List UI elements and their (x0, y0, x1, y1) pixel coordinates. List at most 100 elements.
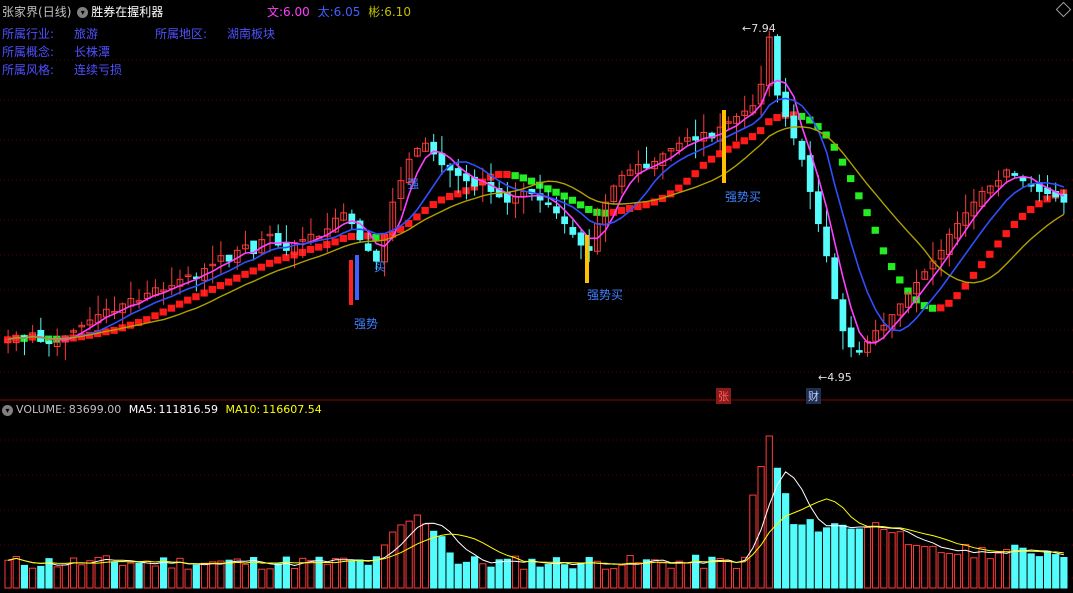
ma-ladder-block (585, 205, 593, 213)
signal-label-4: 强势买 (587, 288, 624, 302)
volume-bar (282, 556, 290, 589)
volume-bar (872, 522, 880, 589)
volume-bar (561, 564, 569, 589)
volume-bar (487, 566, 495, 589)
ma-ladder-block (552, 188, 560, 196)
ma-ladder-block (748, 133, 757, 141)
ma-ladder-block (274, 256, 282, 264)
volume-bar (1052, 554, 1060, 589)
volume-bar (618, 564, 626, 589)
signal-label-1: 强势 (354, 317, 379, 331)
volume-bar (380, 544, 389, 589)
ma-ladder-block (315, 243, 323, 251)
candle-body (553, 206, 560, 214)
volume-bar (462, 561, 471, 589)
volume-bar (921, 545, 929, 589)
stock-name[interactable]: 张家界 (2, 5, 38, 19)
ma-ladder-block (887, 263, 896, 271)
ma-ladder-block (347, 233, 356, 241)
candle-body (454, 168, 462, 176)
wen-label: 文: (267, 5, 284, 19)
ma-ladder-block (576, 201, 585, 209)
volume-bar (659, 562, 667, 589)
volume-bar (1003, 549, 1011, 589)
volume-bar (863, 527, 872, 589)
volume-bar (1035, 556, 1043, 589)
ma-ladder-block (740, 137, 748, 145)
cai-badge[interactable]: 财 (806, 388, 821, 404)
ma-ladder-block (838, 158, 847, 166)
volume-header: ▾ VOLUME: 83699.00 MA5: 111816.59 MA10: 1166… (0, 403, 322, 416)
volume-bar (880, 529, 888, 589)
volume-bar (691, 554, 700, 589)
volume-bar (430, 530, 438, 589)
candle-body (1011, 173, 1019, 176)
ma-ladder-block (421, 206, 429, 214)
ma-ladder-block (519, 174, 527, 182)
volume-bar (200, 562, 209, 589)
volume-bar (258, 568, 266, 589)
volume-bar (773, 467, 782, 589)
volume-bar (168, 567, 176, 589)
ma-ladder-block (765, 118, 773, 126)
zhang-badge[interactable]: 张 (716, 388, 731, 404)
volume-bar (757, 466, 765, 589)
industry-value: 旅游 (74, 27, 99, 41)
volume-bar (503, 558, 511, 589)
volume-bar (12, 556, 20, 589)
volume-bar (274, 563, 282, 589)
volume-bar (323, 563, 331, 589)
ma-ladder-block (675, 184, 683, 192)
volume-bar (945, 553, 953, 589)
ma-ladder-block (159, 308, 167, 316)
period-label[interactable]: (日线) (38, 5, 71, 19)
ma-ladder-block (1027, 206, 1035, 214)
region-value: 湖南板块 (227, 27, 276, 41)
volume-bar (471, 556, 479, 589)
volume-bar (978, 547, 986, 589)
volume-bar (127, 562, 135, 589)
ma-ladder-block (732, 141, 740, 149)
ma-ladder-block (879, 247, 888, 255)
kline-chart[interactable] (0, 0, 1073, 593)
volume-bar (634, 562, 642, 589)
indicator-name[interactable]: 胜券在握利器 (91, 5, 163, 19)
volume-bar (814, 531, 822, 589)
volume-bar (904, 544, 913, 589)
candle-body (438, 153, 446, 166)
volume-bar (970, 557, 978, 589)
volume-bar (1043, 550, 1052, 589)
volume-bar (184, 568, 192, 589)
volume-bar (389, 531, 397, 589)
ma-ladder-block (863, 209, 871, 217)
volume-bar (86, 560, 94, 589)
ma-ladder-block (184, 296, 192, 304)
ma-ladder-block (331, 238, 339, 246)
ma-ladder-block (445, 193, 454, 201)
ma-ladder-block (969, 271, 978, 279)
volume-bar (855, 528, 863, 589)
ma-ladder-block (429, 201, 437, 209)
volume-bar (1060, 556, 1068, 589)
volume-bar (364, 564, 372, 589)
volume-bar (446, 552, 454, 589)
ma-ladder-block (233, 274, 241, 282)
volume-bar (78, 564, 86, 589)
volume-bar (896, 531, 904, 589)
ma-ladder-block (249, 267, 257, 275)
tai-label: 太: (317, 5, 334, 19)
high-price-label: ←7.94 (742, 22, 776, 35)
industry-label: 所属行业: (2, 27, 55, 41)
indicator-menu-icon[interactable]: ▾ (77, 7, 89, 18)
ma-ladder-block (437, 196, 446, 204)
ma-ladder-block (961, 282, 969, 290)
volume-bar (986, 558, 994, 589)
volume-bar (356, 559, 364, 589)
volume-menu-icon[interactable]: ▾ (2, 404, 13, 416)
volume-bar (421, 523, 430, 589)
volume-bar (806, 519, 814, 589)
ma-ladder-block (617, 206, 626, 214)
ma10-label: MA10: (225, 403, 261, 416)
volume-bar (912, 544, 921, 589)
candle-body (855, 350, 863, 353)
